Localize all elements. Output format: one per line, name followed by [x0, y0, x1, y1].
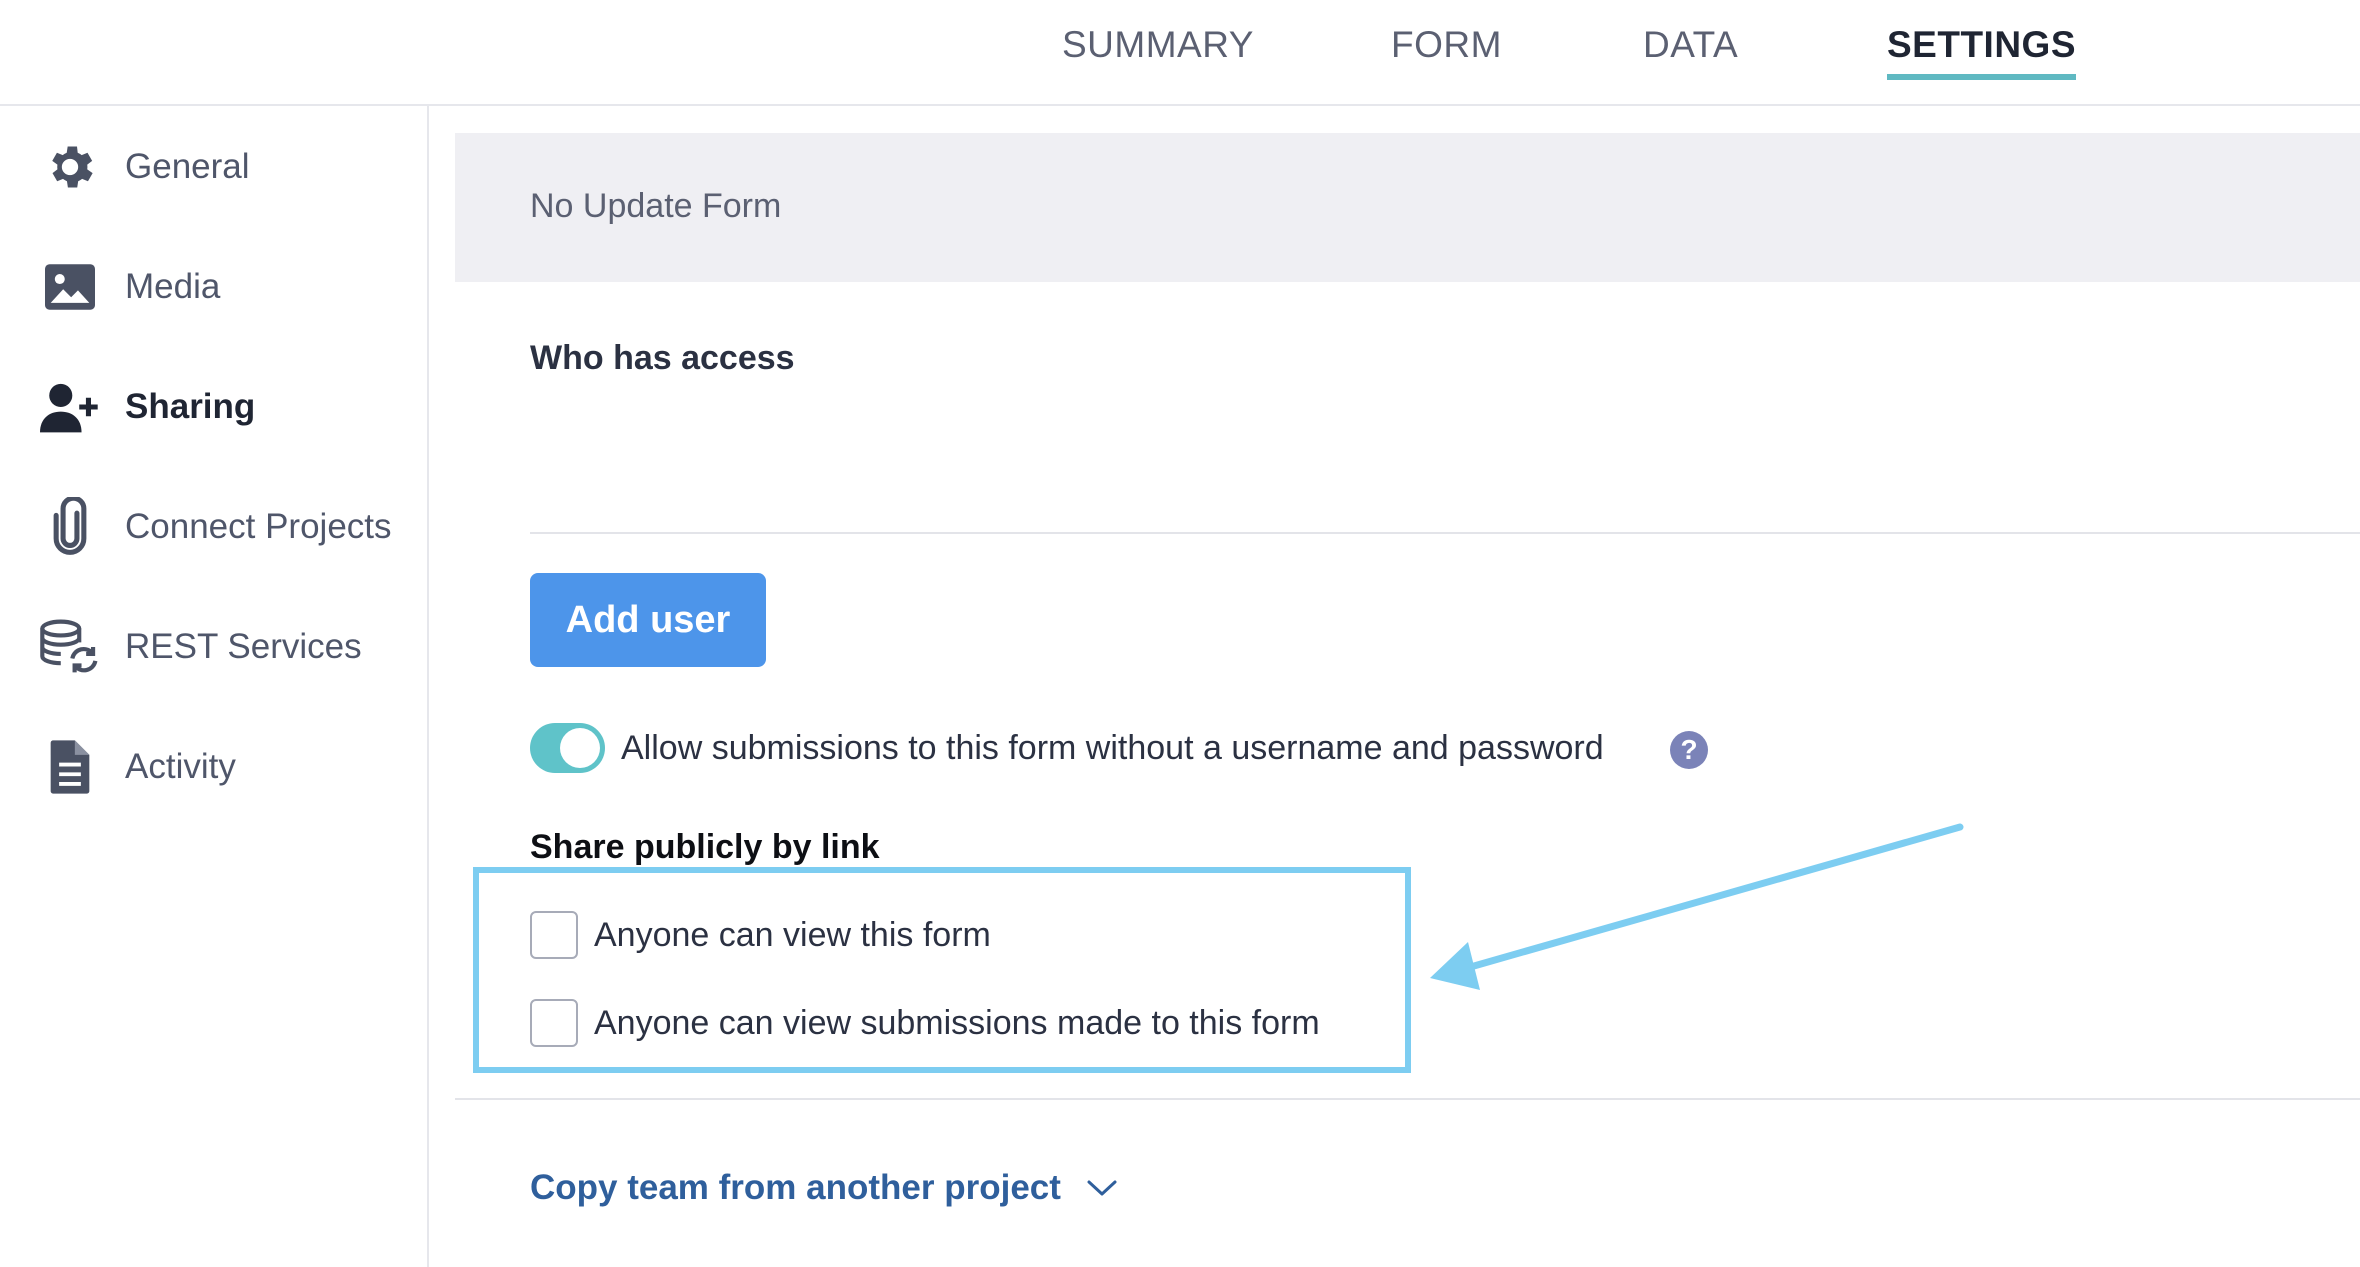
annotation-arrow-icon: [1430, 823, 1964, 990]
